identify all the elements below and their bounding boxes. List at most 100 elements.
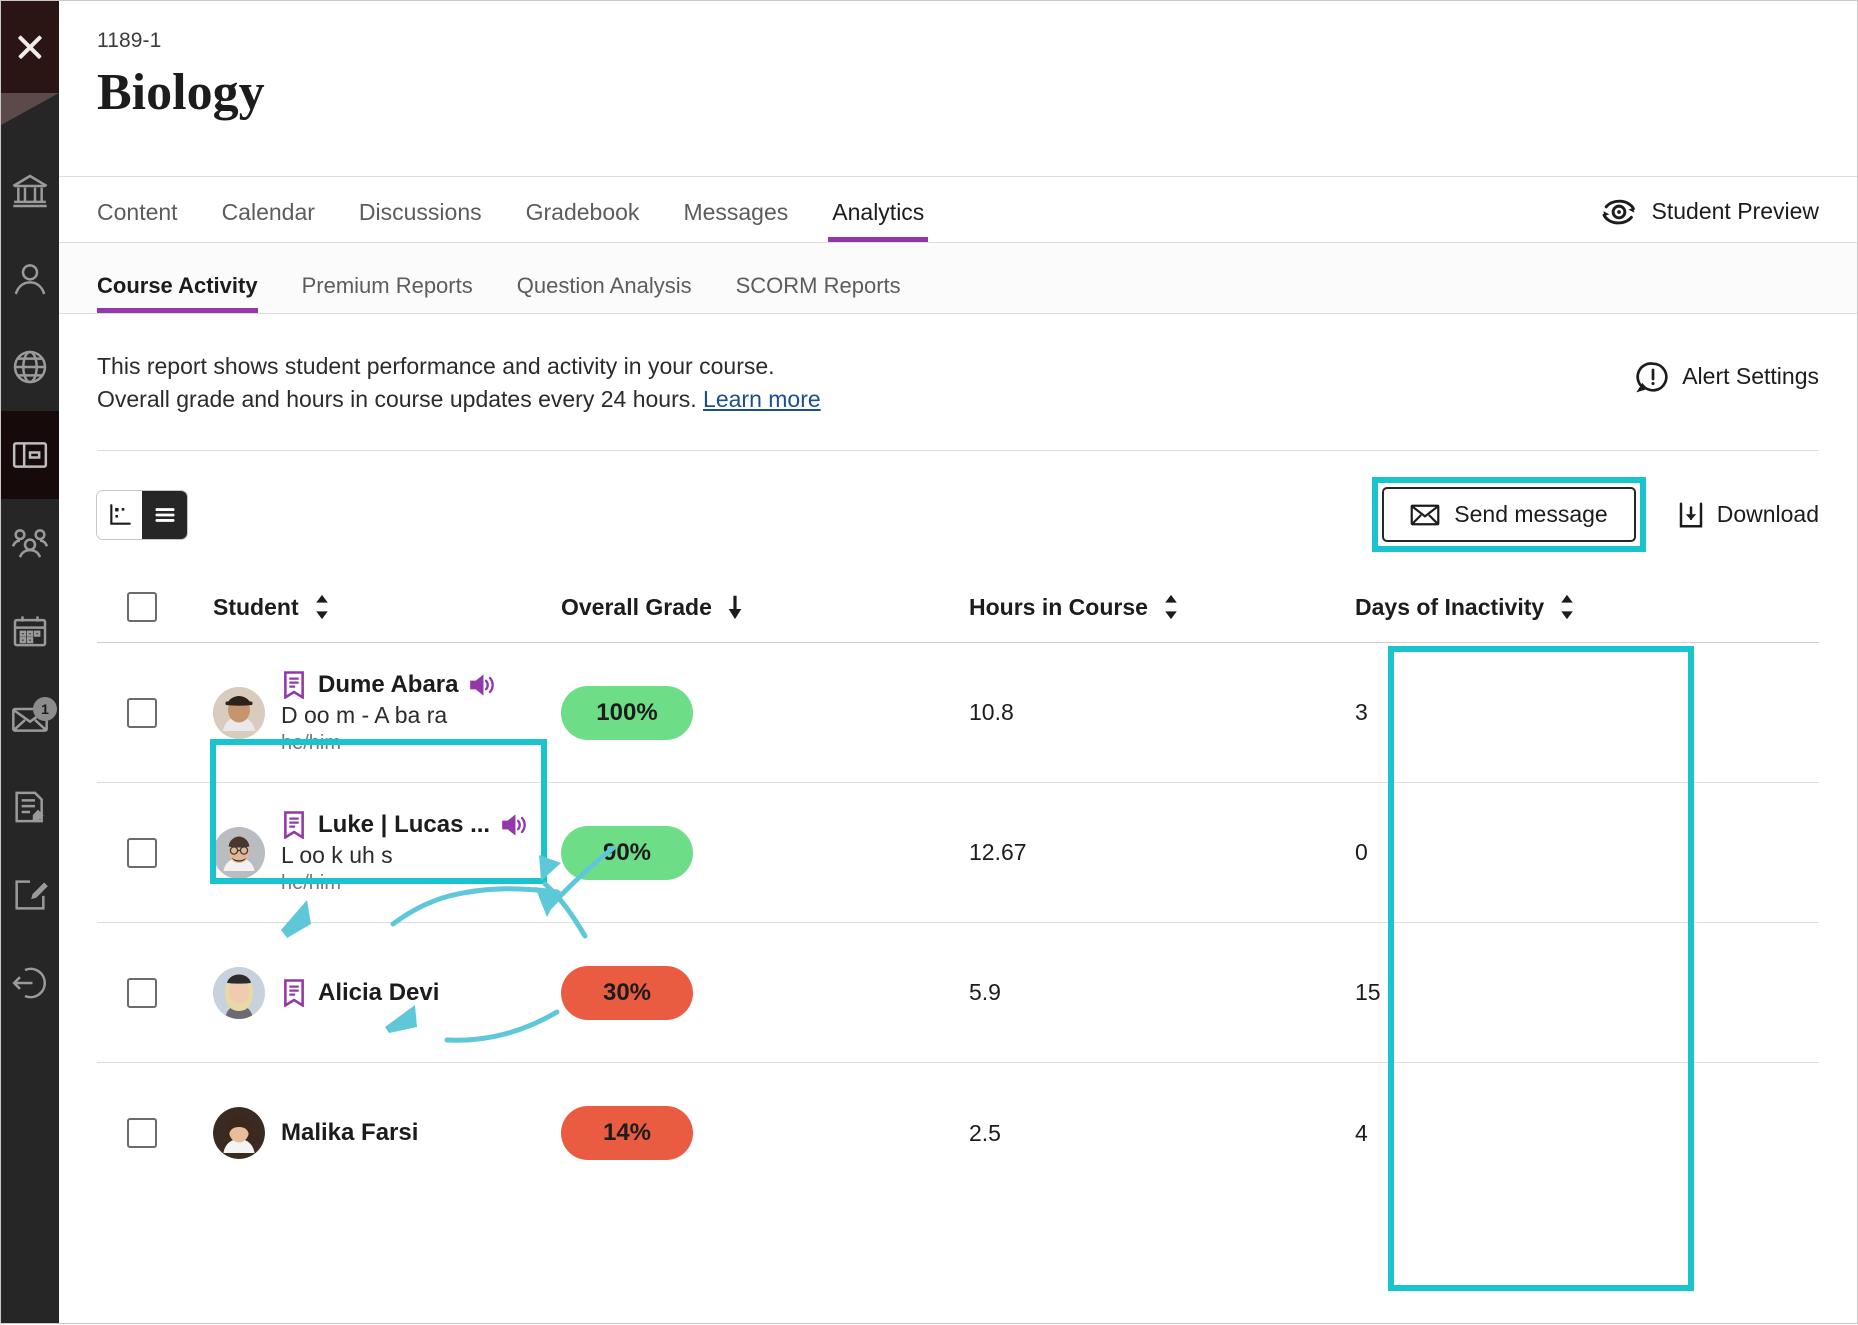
pronunciation-audio-icon[interactable] [469,673,497,697]
days-inactive-value: 15 [1355,979,1381,1005]
name-card-icon[interactable] [281,811,307,839]
rail-item-grades[interactable] [1,763,59,851]
subtab-scorm-reports[interactable]: SCORM Reports [714,273,923,313]
rail-item-courses[interactable] [1,411,59,499]
table-header: Student Overall Grade [97,574,1819,643]
alert-settings-button[interactable]: Alert Settings [1636,350,1819,394]
sort-both-icon [313,594,331,620]
column-header-days-label: Days of Inactivity [1355,594,1544,621]
student-name[interactable]: Dume Abara [318,671,458,699]
avatar [213,687,265,739]
row-select-cell [97,923,185,1063]
signout-icon [10,963,50,1003]
analytics-subnav: Course Activity Premium Reports Question… [59,242,1857,314]
student-name-line: Dume Abara [281,671,497,699]
tab-content[interactable]: Content [97,199,200,242]
days-inactive-value: 4 [1355,1120,1368,1146]
student-pronouns: he/him [281,872,529,895]
download-button[interactable]: Download [1676,500,1819,530]
rail-item-calendar[interactable] [1,587,59,675]
column-header-overall-grade[interactable]: Overall Grade [533,574,941,643]
course-id: 1189-1 [97,29,1857,53]
send-message-label: Send message [1454,501,1607,528]
overall-grade-cell: 14% [533,1063,941,1203]
select-all-header [97,574,185,643]
column-header-days-of-inactivity[interactable]: Days of Inactivity [1327,574,1819,643]
name-card-icon[interactable] [281,979,307,1007]
student-cell: Alicia Devi [185,923,533,1063]
sort-both-icon [1558,594,1576,620]
course-header: 1189-1 Biology [59,1,1857,176]
mail-icon [1410,503,1440,527]
student-preview-button[interactable]: Student Preview [1599,196,1819,242]
learn-more-link[interactable]: Learn more [703,386,821,412]
row-checkbox[interactable] [127,838,157,868]
chart-view-button[interactable] [97,491,142,539]
main-region: 1189-1 Biology Content Calendar Discussi… [59,1,1857,1323]
close-nav-button[interactable] [1,1,59,93]
institution-icon [10,171,50,211]
subtab-question-analysis[interactable]: Question Analysis [495,273,714,313]
student-preview-label: Student Preview [1652,198,1819,225]
row-checkbox[interactable] [127,1118,157,1148]
chart-view-icon [107,502,133,528]
column-header-student[interactable]: Student [185,574,533,643]
subtab-course-activity[interactable]: Course Activity [97,273,280,313]
alert-icon [1636,360,1670,394]
student-phonetic: L oo k uh s [281,842,529,869]
overall-grade-cell: 100% [533,643,941,783]
person-icon [10,259,50,299]
application-window: 1 [0,0,1858,1324]
rail-item-profile[interactable] [1,235,59,323]
rail-item-tools[interactable] [1,851,59,939]
tab-messages[interactable]: Messages [661,199,810,242]
download-icon [1676,500,1706,530]
days-inactive-cell: 0 [1327,783,1819,923]
hours-cell: 12.67 [941,783,1327,923]
rail-item-organizations[interactable] [1,499,59,587]
calendar-icon [10,611,50,651]
days-inactive-cell: 3 [1327,643,1819,783]
send-message-button[interactable]: Send message [1382,487,1635,542]
report-description-line2: Overall grade and hours in course update… [97,386,697,412]
course-activity-panel: This report shows student performance an… [59,314,1857,1323]
rail-item-messages[interactable]: 1 [1,675,59,763]
pronunciation-audio-icon[interactable] [501,813,529,837]
hours-value: 5.9 [969,979,1001,1005]
sort-desc-icon [726,594,744,620]
row-select-cell [97,1063,185,1203]
tab-analytics[interactable]: Analytics [810,199,946,242]
name-card-icon[interactable] [281,671,307,699]
view-toggle-group [97,491,187,539]
status-badge: 90% [561,826,693,880]
tab-discussions[interactable]: Discussions [337,199,504,242]
student-activity-table: Student Overall Grade [97,574,1819,1203]
select-all-checkbox[interactable] [127,592,157,622]
courses-icon [10,435,50,475]
student-name[interactable]: Luke | Lucas ... [318,811,490,839]
list-view-button[interactable] [142,491,187,539]
rail-item-signout[interactable] [1,939,59,1027]
student-cell: Malika Farsi [185,1063,533,1203]
table-row: Dume Abara [97,643,1819,783]
close-icon [15,32,45,62]
tab-calendar[interactable]: Calendar [200,199,337,242]
table-row: Luke | Lucas ... [97,783,1819,923]
avatar [213,1107,265,1159]
tab-gradebook[interactable]: Gradebook [504,199,662,242]
rail-item-institution[interactable] [1,147,59,235]
student-name[interactable]: Malika Farsi [281,1119,418,1147]
student-pronouns: he/him [281,732,497,755]
column-header-hours-in-course[interactable]: Hours in Course [941,574,1327,643]
alert-settings-label: Alert Settings [1682,363,1819,390]
row-checkbox[interactable] [127,698,157,728]
table-body: Dume Abara [97,643,1819,1203]
subtab-premium-reports[interactable]: Premium Reports [280,273,495,313]
rail-item-activity-stream[interactable] [1,323,59,411]
edit-square-icon [10,875,50,915]
row-checkbox[interactable] [127,978,157,1008]
globe-icon [10,347,50,387]
hours-cell: 10.8 [941,643,1327,783]
student-name[interactable]: Alicia Devi [318,979,439,1007]
groups-icon [10,523,50,563]
